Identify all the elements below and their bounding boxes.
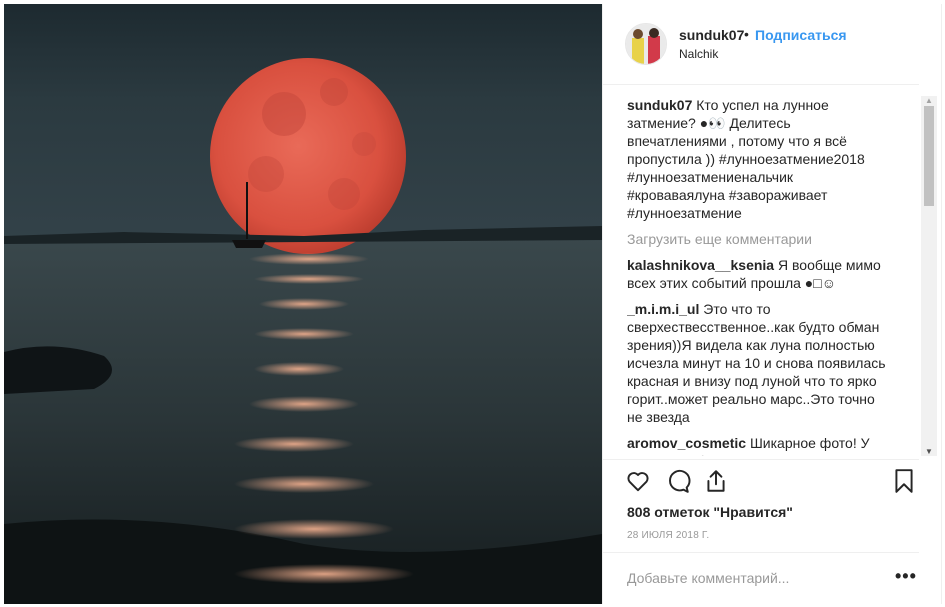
post-side-panel: sunduk07 • Подписаться Nalchik sunduk07 … (602, 4, 942, 604)
post-caption: sunduk07 Кто успел на лунное затмение? ●… (627, 96, 897, 222)
comment-item: aromov_cosmetic Шикарное фото! У нас тож… (627, 434, 897, 456)
comment-input-divider (603, 552, 919, 553)
comment-author[interactable]: _m.i.m.i_ul (627, 301, 699, 317)
post-header: sunduk07 • Подписаться Nalchik (603, 4, 941, 84)
heart-icon[interactable] (625, 468, 651, 494)
caption-author[interactable]: sunduk07 (627, 97, 692, 113)
avatar-image (626, 24, 666, 64)
post-date: 28 ИЮЛЯ 2018 Г. (627, 530, 710, 541)
follow-button[interactable]: Подписаться (755, 27, 847, 43)
comment-icon[interactable] (665, 468, 691, 494)
header-divider (603, 84, 919, 85)
post-photo[interactable] (4, 4, 602, 604)
scrollbar-thumb[interactable] (924, 106, 934, 206)
comments-list: sunduk07 Кто успел на лунное затмение? ●… (627, 96, 897, 456)
blood-moon-image (4, 4, 602, 604)
post-actions-bar (603, 460, 941, 500)
more-options-button[interactable]: ••• (895, 566, 917, 587)
post-location[interactable]: Nalchik (679, 47, 718, 61)
load-more-comments-button[interactable]: Загрузить еще комментарии (627, 230, 897, 248)
separator-dot: • (744, 26, 749, 42)
comment-item: _m.i.m.i_ul Это что то сверхествесственн… (627, 300, 897, 426)
share-icon[interactable] (703, 468, 729, 494)
bookmark-icon[interactable] (891, 468, 917, 494)
likes-count[interactable]: 808 отметок "Нравится" (627, 504, 793, 520)
scroll-down-arrow-icon[interactable]: ▼ (925, 447, 933, 456)
avatar[interactable] (625, 23, 667, 65)
scroll-up-arrow-icon[interactable]: ▲ (925, 96, 933, 105)
add-comment-input[interactable]: Добавьте комментарий... (627, 570, 789, 586)
post-username[interactable]: sunduk07 (679, 27, 744, 43)
comment-text: Это что то сверхествесственное..как будт… (627, 301, 886, 425)
comment-author[interactable]: aromov_cosmetic (627, 435, 746, 451)
comment-author[interactable]: kalashnikova__ksenia (627, 257, 774, 273)
caption-text: Кто успел на лунное затмение? ●👀 Делитес… (627, 97, 865, 221)
comment-item: kalashnikova__ksenia Я вообще мимо всех … (627, 256, 897, 292)
comments-scrollbar[interactable]: ▲ ▼ (921, 96, 937, 456)
